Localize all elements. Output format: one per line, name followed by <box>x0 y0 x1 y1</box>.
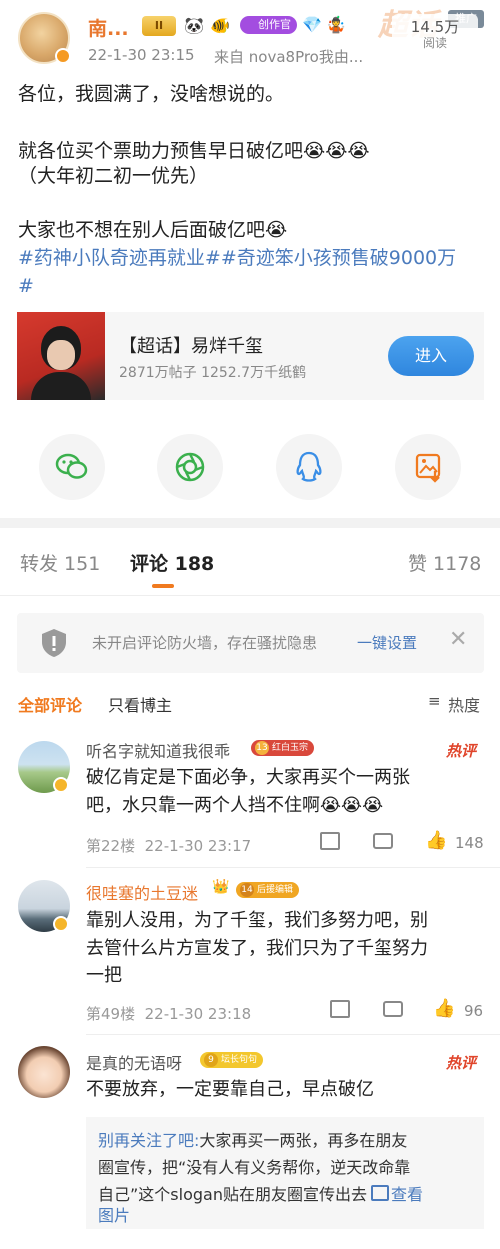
comment-text-cont: 吧，水只靠一两个人挡不住啊😭😭😭 <box>86 795 384 816</box>
like-icon[interactable]: 👍 <box>433 998 455 1019</box>
moments-icon <box>175 452 205 482</box>
comment-text: 不要放弃，一定要靠自己，早点破亿 <box>86 1079 374 1100</box>
verified-badge-icon <box>55 48 71 64</box>
reply-line-2: 圈宣传，把“没有人有义务帮你，逆天改命靠 <box>98 1158 411 1177</box>
reply-author[interactable]: 别再关注了吧: <box>98 1131 199 1150</box>
level-badge: II <box>142 16 176 36</box>
post-time: 22-1-30 23:15 <box>88 46 195 64</box>
comment-avatar[interactable] <box>18 1046 70 1098</box>
supertopic-title: 【超话】易烊千玺 <box>119 336 263 357</box>
like-count: 148 <box>455 834 484 852</box>
comment-author[interactable]: 听名字就知道我很乖 <box>86 738 230 762</box>
comment-text-cont: 一把 <box>86 965 122 986</box>
fan-badge: 9 坛长句句 <box>200 1052 264 1068</box>
reply-icon[interactable] <box>383 1001 403 1017</box>
section-divider <box>0 518 500 528</box>
share-qq-button[interactable] <box>276 434 342 500</box>
notice-action[interactable]: 一键设置 <box>357 632 417 653</box>
firewall-notice: 未开启评论防火墙，存在骚扰隐患 一键设置 ✕ <box>17 613 484 673</box>
tab-comment[interactable]: 评论 188 <box>130 549 214 576</box>
post-line-4: 大家也不想在别人后面破亿吧😭 <box>18 219 288 241</box>
supertopic-stats: 2871万帖子 1252.7万千纸鹤 <box>119 365 307 381</box>
post-hashtags-cont[interactable]: # <box>18 271 34 302</box>
close-icon[interactable]: ✕ <box>449 627 467 652</box>
comment-divider <box>86 1034 500 1035</box>
reply-line-3: 自己”这个slogan贴在朋友圈宣传出去 查看 <box>98 1185 423 1204</box>
image-icon <box>370 1185 389 1201</box>
sort-icon: ≡ <box>428 692 441 710</box>
wechat-icon <box>55 453 88 479</box>
tabs-divider <box>0 595 500 596</box>
tab-comment-underline <box>152 584 174 588</box>
fish-icon: 🐠 <box>210 16 230 35</box>
share-moments-button[interactable] <box>157 434 223 500</box>
save-image-button[interactable] <box>395 434 461 500</box>
shield-icon <box>42 629 66 657</box>
views-count: 14.5万 <box>410 18 460 36</box>
post-line-1: 各位，我圆满了，没啥想说的。 <box>18 83 285 105</box>
fan-badge: 14 后援编辑 <box>236 882 300 898</box>
reply-box[interactable]: 别再关注了吧:大家再买一两张，再多在朋友 圈宣传，把“没有人有义务帮你，逆天改命… <box>86 1117 484 1229</box>
panda-icon: 🐼 <box>184 16 204 35</box>
creator-badge: 创作官 <box>240 16 297 34</box>
vip-icon: 💎 <box>302 15 322 34</box>
notice-text: 未开启评论防火墙，存在骚扰隐患 <box>92 634 318 652</box>
hot-comment-tag: 热评 <box>446 1054 477 1072</box>
supertopic-card[interactable]: 【超话】易烊千玺 2871万帖子 1252.7万千纸鹤 进入 <box>17 312 484 400</box>
comment-divider <box>86 867 500 868</box>
supertopic-image <box>17 312 105 400</box>
comment-text: 靠别人没用，为了千玺，我们多努力吧，别 <box>86 910 428 931</box>
tab-like[interactable]: 赞 1178 <box>408 549 481 576</box>
view-image-link[interactable]: 查看 <box>367 1185 423 1204</box>
qq-icon <box>296 451 322 482</box>
filter-all[interactable]: 全部评论 <box>18 692 82 716</box>
reply-line-4[interactable]: 图片 <box>98 1202 130 1229</box>
views-box: 14.5万 阅读 <box>392 14 478 50</box>
like-count: 96 <box>464 1002 484 1020</box>
comment-meta: 第49楼 22-1-30 23:18 <box>86 1005 252 1023</box>
comment-text: 破亿肯定是下面必争，大家再买个一两张 <box>86 767 410 788</box>
post-line-3: （大年初二初一优先） <box>18 165 209 187</box>
tab-repost[interactable]: 转发 151 <box>20 549 100 576</box>
repost-icon[interactable] <box>330 1000 350 1018</box>
sort-hot[interactable]: 热度 <box>448 692 480 716</box>
filter-author-only[interactable]: 只看博主 <box>108 692 172 716</box>
hot-comment-tag: 热评 <box>446 742 477 760</box>
comment-text-cont: 去管什么片方宣发了，我们只为了千玺努力 <box>86 938 428 959</box>
enter-button[interactable]: 进入 <box>388 336 474 376</box>
fan-badge: 13 红白玉宗 <box>251 740 315 756</box>
like-icon[interactable]: 👍 <box>425 830 447 851</box>
repost-icon[interactable] <box>320 832 340 850</box>
crown-icon: 👑 <box>212 879 230 895</box>
comment-meta: 第22楼 22-1-30 23:17 <box>86 837 252 855</box>
save-image-icon <box>415 453 441 483</box>
reply-line-1: 别再关注了吧:大家再买一两张，再多在朋友 <box>98 1131 408 1150</box>
comment-author[interactable]: 很哇塞的土豆迷 <box>86 880 198 904</box>
reply-icon[interactable] <box>373 833 393 849</box>
emoji-icon: 🤹 <box>326 15 346 34</box>
views-label: 阅读 <box>422 36 447 50</box>
comment-author[interactable]: 是真的无语呀 <box>86 1050 182 1074</box>
post-hashtags[interactable]: #药神小队奇迹再就业##奇迹笨小孩预售破9000万 <box>18 243 456 274</box>
author-name[interactable]: 南... <box>88 14 129 41</box>
verified-badge-icon <box>53 916 69 932</box>
post-source[interactable]: 来自 nova8Pro我由... <box>214 46 384 67</box>
share-wechat-button[interactable] <box>39 434 105 500</box>
verified-badge-icon <box>53 777 69 793</box>
